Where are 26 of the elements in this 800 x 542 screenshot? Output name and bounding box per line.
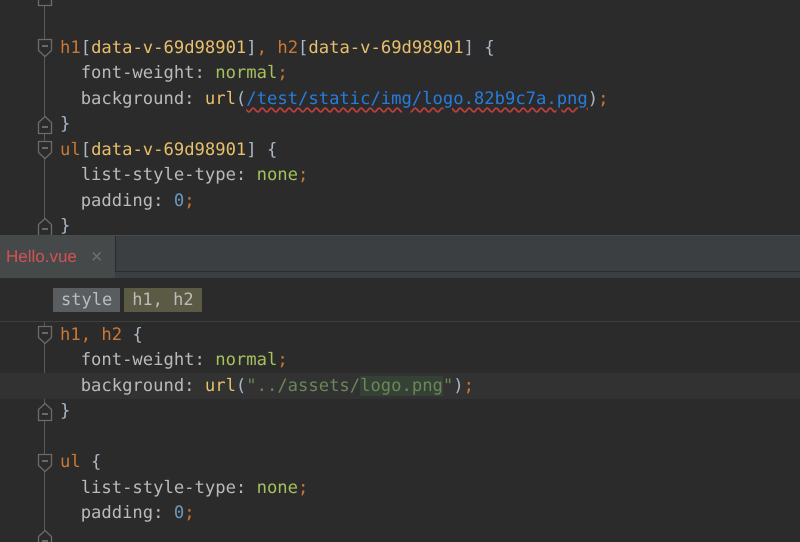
code-line: } — [60, 401, 70, 422]
code-line: font-weight: normal; — [80, 63, 288, 84]
fold-marker-icon[interactable] — [37, 325, 53, 345]
code-line: h1, h2 { — [60, 324, 143, 345]
fold-marker-icon[interactable] — [37, 140, 53, 160]
code-line: background: url(/test/static/img/logo.82b9c7a.png); — [80, 88, 608, 109]
file-tab[interactable]: Hello.vue × — [0, 236, 115, 278]
code-line: padding: 0; — [80, 190, 195, 211]
fold-marker-icon[interactable] — [37, 216, 53, 235]
fold-marker-icon[interactable] — [37, 38, 53, 58]
code-line: font-weight: normal; — [80, 350, 288, 370]
code-line: ul[data-v-69d98901] { — [60, 140, 278, 160]
code-line: padding: 0; — [80, 503, 195, 524]
code-line: list-style-type: none; — [80, 478, 308, 498]
fold-marker-icon[interactable] — [37, 114, 53, 134]
code-line: background: url("../assets/logo.png"); — [80, 376, 474, 396]
fold-marker-icon[interactable] — [37, 402, 53, 422]
code-line: } — [60, 216, 70, 235]
code-line: ul { — [60, 452, 102, 472]
breadcrumb-item[interactable]: h1, h2 — [124, 288, 202, 312]
code-line: } — [60, 114, 70, 134]
close-tab-button[interactable]: × — [90, 246, 103, 268]
breadcrumb-item[interactable]: style — [53, 288, 120, 312]
code-line: list-style-type: none; — [80, 165, 308, 186]
code-line: h1[data-v-69d98901], h2[data-v-69d98901] { — [60, 38, 495, 58]
fold-marker-icon[interactable] — [37, 452, 53, 472]
